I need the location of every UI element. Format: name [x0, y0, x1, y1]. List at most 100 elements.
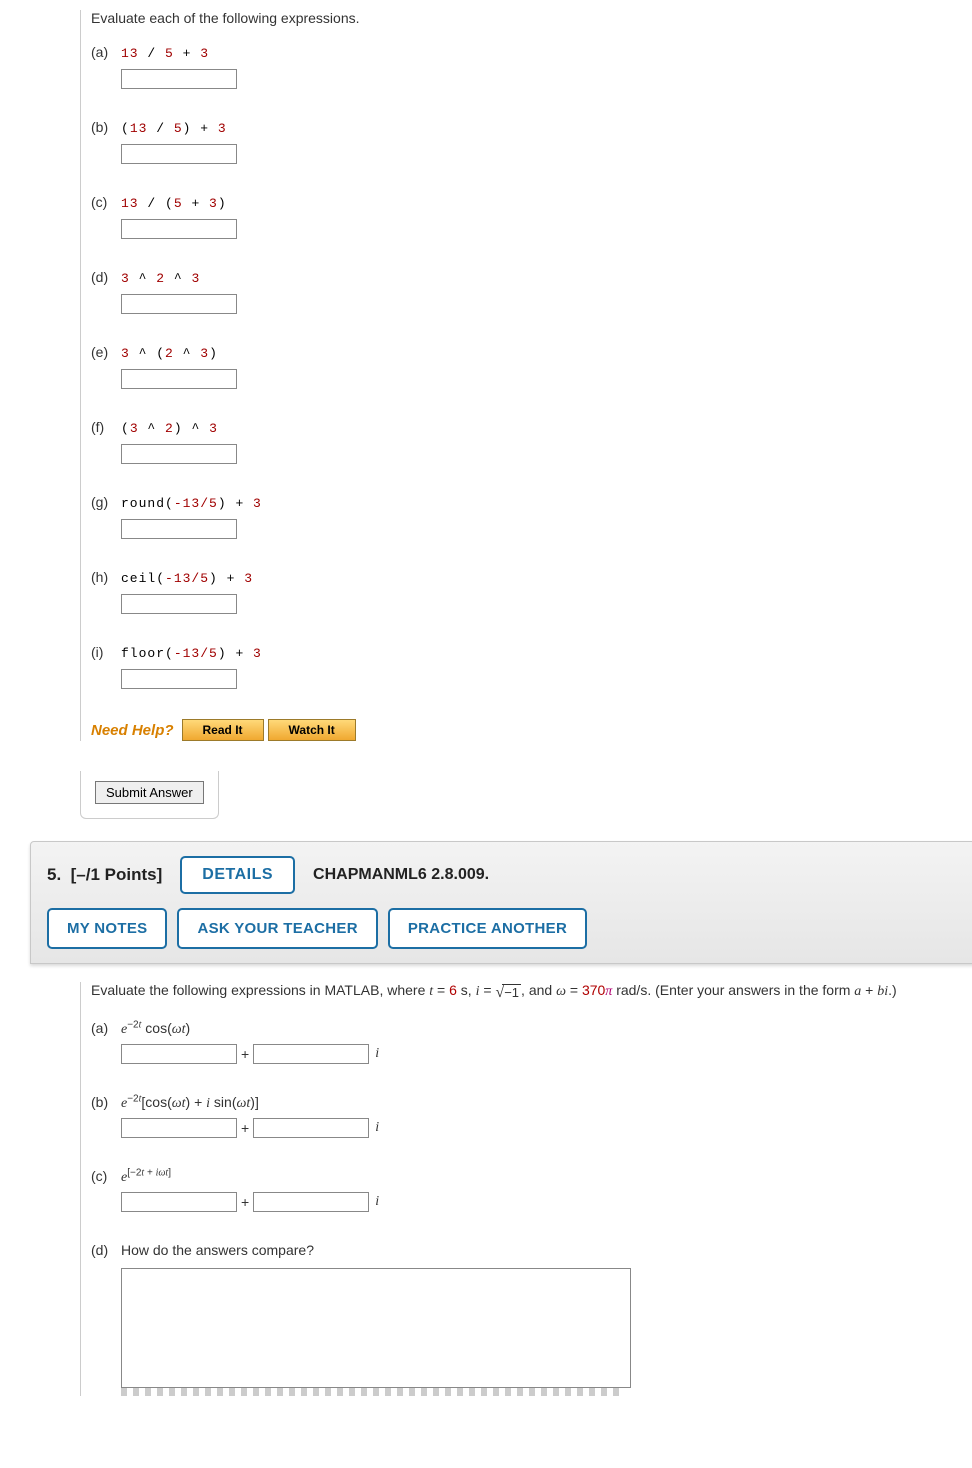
practice-another-button[interactable]: PRACTICE ANOTHER	[388, 908, 587, 949]
code-token: (	[165, 196, 174, 211]
answer-c-imag[interactable]	[253, 1192, 369, 1212]
part-label: (f)	[91, 419, 121, 435]
ask-your-teacher-button[interactable]: ASK YOUR TEACHER	[177, 908, 377, 949]
answer-b-imag[interactable]	[253, 1118, 369, 1138]
answer-input-2[interactable]	[121, 219, 237, 239]
q4-part-1: (b)(13 / 5) + 3	[91, 119, 970, 164]
part-label: (e)	[91, 344, 121, 360]
code-token: ^	[183, 421, 209, 436]
part-body: ceil(-13/5) + 3	[121, 569, 970, 614]
details-button[interactable]: DETAILS	[180, 856, 295, 894]
my-notes-button[interactable]: MY NOTES	[47, 908, 167, 949]
question-4-body: Evaluate each of the following expressio…	[80, 10, 970, 741]
code-token: 2	[165, 421, 174, 436]
q5-part-a: (a) e−2t cos(ωt) + i	[91, 1020, 970, 1064]
q4-part-5: (f)(3 ^ 2) ^ 3	[91, 419, 970, 464]
plus-c: +	[241, 1194, 249, 1210]
code-token: +	[183, 196, 209, 211]
code-token: 13	[121, 46, 139, 61]
answer-input-8[interactable]	[121, 669, 237, 689]
i-suffix-c: i	[375, 1194, 379, 1210]
code-token: +	[227, 646, 253, 661]
radicand: −1	[502, 984, 521, 1000]
code-token: )	[218, 646, 227, 661]
q5-points: [–/1 Points]	[71, 865, 163, 884]
eq2: =	[479, 982, 495, 998]
code-token: 5	[174, 121, 183, 136]
end-paren: .)	[888, 982, 897, 998]
part-body: (13 / 5) + 3	[121, 119, 970, 164]
code-token: 13	[130, 121, 148, 136]
sqrt-neg1: √−1	[495, 984, 521, 1002]
part-label: (a)	[91, 44, 121, 60]
q5-part-b: (b) e−2t[cos(ωt) + i sin(ωt)] + i	[91, 1094, 970, 1138]
q4-part-0: (a)13 / 5 + 3	[91, 44, 970, 89]
code-token: 3	[253, 496, 262, 511]
answer-input-4[interactable]	[121, 369, 237, 389]
code-token: 3	[218, 121, 227, 136]
code-token: floor(	[121, 646, 174, 661]
q4-prompt: Evaluate each of the following expressio…	[91, 10, 970, 26]
code-token: )	[209, 571, 218, 586]
q5-part-d: (d) How do the answers compare?	[91, 1242, 970, 1396]
question-5-body: Evaluate the following expressions in MA…	[80, 982, 970, 1396]
answer-b-real[interactable]	[121, 1118, 237, 1138]
answer-a-imag[interactable]	[253, 1044, 369, 1064]
submit-answer-button[interactable]: Submit Answer	[95, 781, 204, 804]
code-token: 3	[121, 346, 130, 361]
expr-c: e[−2t + iωt]	[121, 1168, 171, 1184]
watch-it-button[interactable]: Watch It	[268, 719, 356, 741]
code-token: (	[121, 121, 130, 136]
code-token: +	[218, 571, 244, 586]
answer-c-real[interactable]	[121, 1192, 237, 1212]
part-label-b: (b)	[91, 1094, 121, 1110]
answer-input-7[interactable]	[121, 594, 237, 614]
q5-num: 5.	[47, 865, 61, 884]
code-token: 3	[200, 346, 209, 361]
code-token: 5	[165, 46, 174, 61]
part-label: (g)	[91, 494, 121, 510]
plus-text: +	[861, 982, 877, 998]
i-suffix-b: i	[375, 1120, 379, 1136]
answer-d-essay[interactable]	[121, 1268, 631, 1388]
code-token: )	[218, 496, 227, 511]
s-comma: s,	[457, 982, 476, 998]
answer-input-3[interactable]	[121, 294, 237, 314]
answer-input-1[interactable]	[121, 144, 237, 164]
code-token: +	[227, 496, 253, 511]
code-expression: floor(-13/5) + 3	[121, 646, 262, 661]
part-body: 13 / (5 + 3)	[121, 194, 970, 239]
part-label-d: (d)	[91, 1242, 121, 1258]
code-token: (	[121, 421, 130, 436]
code-token: 3	[209, 421, 218, 436]
code-token: /	[139, 196, 165, 211]
code-token: /	[139, 46, 165, 61]
part-body: 3 ^ 2 ^ 3	[121, 269, 970, 314]
question-5-header: 5. [–/1 Points] DETAILS CHAPMANML6 2.8.0…	[30, 841, 972, 964]
part-label: (i)	[91, 644, 121, 660]
and-text: , and	[521, 982, 556, 998]
q5-d-prompt: How do the answers compare?	[121, 1242, 970, 1258]
code-token: ^	[139, 421, 165, 436]
code-token: -13/5	[165, 571, 209, 586]
answer-input-5[interactable]	[121, 444, 237, 464]
q4-parts: (a)13 / 5 + 3(b)(13 / 5) + 3(c)13 / (5 +…	[91, 44, 970, 689]
part-label: (d)	[91, 269, 121, 285]
answer-a-real[interactable]	[121, 1044, 237, 1064]
submit-wrap: Submit Answer	[80, 771, 219, 819]
eq1: =	[433, 982, 449, 998]
part-body: floor(-13/5) + 3	[121, 644, 970, 689]
eq3: =	[566, 982, 582, 998]
code-token: /	[147, 121, 173, 136]
code-token: 3	[209, 196, 218, 211]
code-expression: 3 ^ 2 ^ 3	[121, 271, 200, 286]
answer-input-0[interactable]	[121, 69, 237, 89]
answer-input-6[interactable]	[121, 519, 237, 539]
essay-resize-handle[interactable]	[121, 1388, 621, 1396]
read-it-button[interactable]: Read It	[182, 719, 264, 741]
need-help-row: Need Help? Read It Watch It	[91, 719, 970, 741]
code-expression: (3 ^ 2) ^ 3	[121, 421, 218, 436]
code-expression: round(-13/5) + 3	[121, 496, 262, 511]
code-token: -13/5	[174, 646, 218, 661]
code-token: 2	[156, 271, 165, 286]
